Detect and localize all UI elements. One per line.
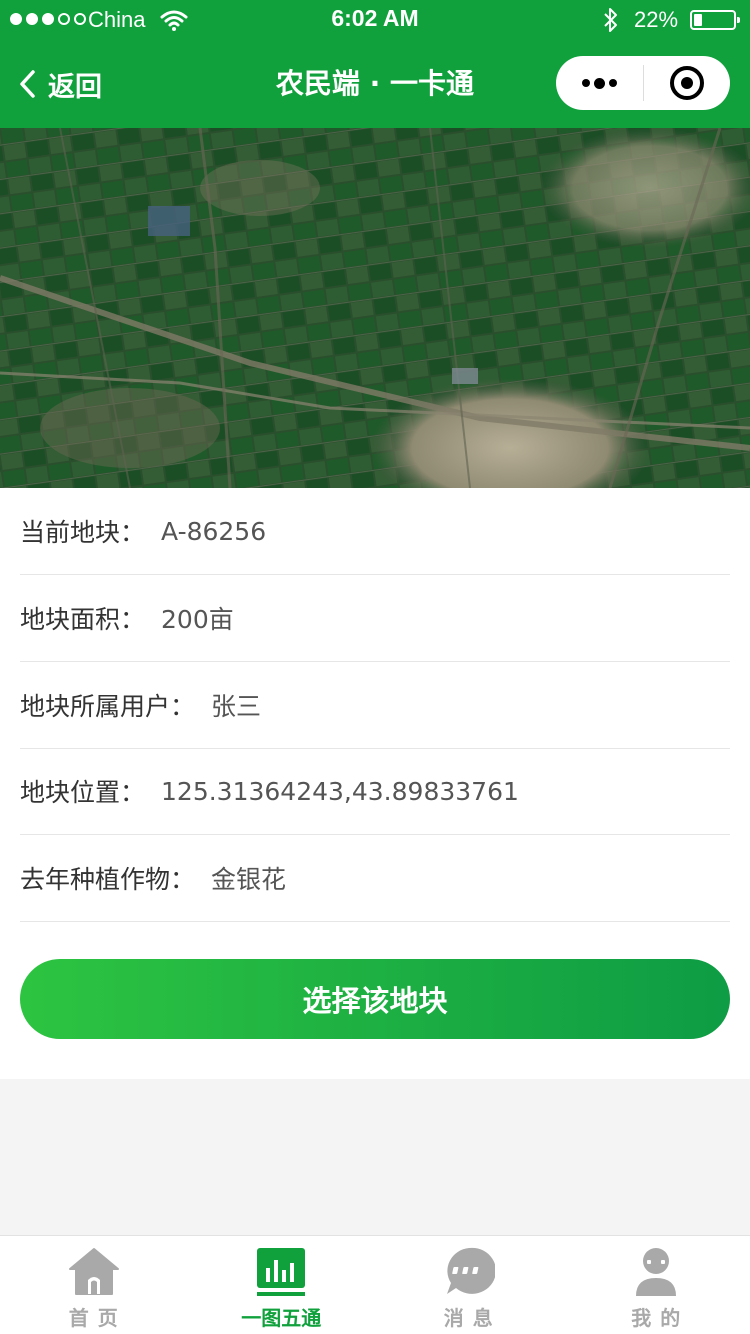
plot-location-row: 地块位置： 125.31364243,43.89833761 (20, 748, 730, 835)
home-icon (68, 1248, 119, 1295)
close-mini-program-button[interactable] (644, 56, 731, 110)
user-icon (636, 1248, 677, 1296)
bluetooth-icon (604, 8, 617, 32)
tab-profile-label: 我 的 (631, 1306, 682, 1330)
satellite-map[interactable] (0, 128, 750, 488)
tab-messages[interactable]: 消 息 (375, 1236, 563, 1334)
plot-location-label: 地块位置： (20, 778, 146, 807)
plot-owner-label: 地块所属用户： (20, 692, 196, 721)
chevron-left-icon (20, 70, 35, 98)
plot-owner-row: 地块所属用户： 张三 (20, 662, 730, 749)
tab-one-map-label: 一图五通 (241, 1306, 322, 1330)
battery-percent: 22% (634, 7, 679, 32)
plot-info-card: 当前地块： A-86256 地块面积： 200亩 地块所属用户： 张三 地块位置… (0, 488, 750, 1079)
tab-home[interactable]: 首 页 (0, 1236, 188, 1334)
select-plot-button[interactable]: 选择该地块 (20, 959, 730, 1039)
current-plot-value: A-86256 (161, 516, 267, 546)
last-year-crop-label: 去年种植作物： (20, 865, 196, 894)
tab-bar: 首 页 一图五通 消 息 我 的 (0, 1235, 750, 1334)
plot-owner-value: 张三 (211, 692, 262, 721)
navigation-bar: 返回 农民端 · 一卡通 (0, 40, 750, 128)
last-year-crop-row: 去年种植作物： 金银花 (20, 835, 730, 922)
plot-area-label: 地块面积： (20, 605, 146, 634)
mini-program-capsule (556, 56, 730, 110)
back-button[interactable]: 返回 (18, 64, 102, 104)
battery-icon (690, 10, 740, 30)
tab-messages-label: 消 息 (443, 1306, 494, 1330)
current-plot-row: 当前地块： A-86256 (20, 488, 730, 575)
tab-one-map[interactable]: 一图五通 (188, 1236, 376, 1334)
more-dots-icon (581, 77, 617, 89)
current-plot-label: 当前地块： (20, 518, 146, 547)
plot-location-value: 125.31364243,43.89833761 (161, 776, 519, 806)
plot-area-value: 200亩 (161, 605, 234, 634)
more-menu-button[interactable] (556, 56, 643, 110)
tab-home-label: 首 页 (68, 1306, 119, 1330)
target-circle-icon (669, 66, 704, 100)
last-year-crop-value: 金银花 (211, 865, 287, 894)
status-bar: China 6:02 AM 22% (0, 0, 750, 40)
map-imagery (0, 128, 750, 488)
plot-area-row: 地块面积： 200亩 (20, 575, 730, 662)
tab-profile[interactable]: 我 的 (563, 1236, 750, 1334)
bar-chart-icon (257, 1248, 306, 1296)
message-bubble-icon (446, 1247, 495, 1294)
back-label: 返回 (48, 71, 102, 103)
